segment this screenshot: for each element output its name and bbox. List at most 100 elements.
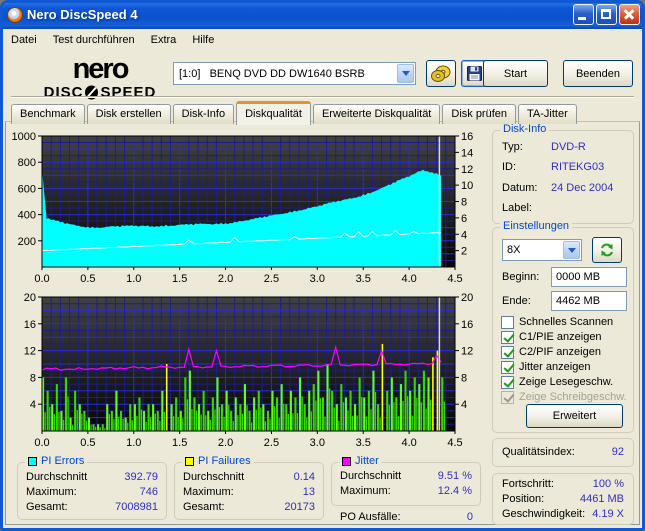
checkbox-icon	[501, 345, 514, 359]
disk-id-value: RITEKG03	[551, 161, 605, 173]
disk-date-value: 24 Dec 2004	[551, 182, 614, 194]
tab-erweiterte-diskqualitaet[interactable]: Erweiterte Diskqualität	[312, 104, 441, 124]
title-bar[interactable]: Nero DiscSpeed 4	[3, 3, 642, 29]
svg-text:200: 200	[18, 236, 36, 248]
svg-text:12: 12	[461, 346, 473, 358]
window-title: Nero DiscSpeed 4	[27, 7, 138, 22]
svg-text:4.0: 4.0	[401, 437, 416, 449]
tab-disk-erstellen[interactable]: Disk erstellen	[86, 104, 171, 124]
svg-text:2: 2	[461, 246, 467, 258]
checkbox-jitter[interactable]: Jitter anzeigen	[501, 360, 591, 374]
menu-extra[interactable]: Extra	[143, 32, 185, 48]
quit-button[interactable]: Beenden	[563, 60, 633, 87]
svg-text:4: 4	[30, 399, 36, 411]
svg-text:12: 12	[24, 346, 36, 358]
svg-text:1.0: 1.0	[126, 437, 141, 449]
jitter-stats-group: Jitter Durchschnitt 9.51 % Maximum: 12.4 %	[331, 455, 481, 506]
svg-text:4.5: 4.5	[447, 273, 462, 285]
pi-failures-stats-group: PI Failures Durchschnitt 0.14 Maximum: 13 …	[174, 455, 324, 520]
logo-nero-text: nero	[72, 53, 130, 85]
svg-text:3.5: 3.5	[356, 273, 371, 285]
svg-text:2.5: 2.5	[264, 273, 279, 285]
maximize-button[interactable]	[596, 4, 617, 25]
pi-errors-legend-swatch	[28, 456, 37, 466]
refresh-button[interactable]	[592, 237, 622, 263]
svg-text:1.5: 1.5	[172, 273, 187, 285]
refresh-icon	[601, 243, 613, 257]
svg-text:10: 10	[461, 180, 473, 192]
svg-text:3.0: 3.0	[310, 437, 325, 449]
position-value: 4461 MB	[579, 493, 624, 505]
close-button[interactable]	[619, 4, 640, 25]
svg-text:1.0: 1.0	[126, 273, 141, 285]
app-disc-icon	[7, 6, 23, 23]
svg-text:1000: 1000	[12, 131, 36, 143]
menu-hilfe[interactable]: Hilfe	[184, 32, 222, 48]
svg-text:400: 400	[18, 210, 36, 222]
disk-info-group: Disk-Info Typ: DVD-R ID: RITEKG03 Datum: 24…	[492, 123, 634, 224]
svg-text:16: 16	[24, 319, 36, 331]
drive-selector-arrow[interactable]	[397, 64, 414, 83]
begin-input[interactable]	[551, 267, 627, 287]
svg-text:600: 600	[18, 183, 36, 195]
minimize-button[interactable]	[573, 4, 594, 25]
svg-text:4: 4	[461, 229, 467, 241]
maximize-icon	[601, 9, 611, 19]
tab-diskqualitaet[interactable]: Diskqualität	[236, 101, 311, 125]
tab-strip: Benchmark Disk erstellen Disk-Info Diskq…	[11, 100, 579, 125]
svg-text:0.5: 0.5	[80, 273, 95, 285]
svg-text:800: 800	[18, 157, 36, 169]
tab-disk-pruefen[interactable]: Disk prüfen	[442, 104, 517, 124]
pi-errors-stats-group: PI Errors Durchschnitt 392.79 Maximum: 746…	[17, 455, 167, 520]
checkbox-lesegeschw[interactable]: Zeige Lesegeschw.	[501, 375, 613, 389]
end-input[interactable]	[551, 291, 627, 311]
tab-disk-info[interactable]: Disk-Info	[172, 104, 235, 124]
chevron-down-icon	[401, 71, 410, 76]
svg-text:8: 8	[461, 197, 467, 209]
pi-failures-legend-swatch	[185, 456, 194, 466]
quality-index-value: 92	[611, 446, 624, 458]
diskqualitaet-tab-page: 200 400 600 800 1000 2 4 6 8 10 12 14 16 0.0 0.5 1.0 1.5…	[5, 121, 640, 525]
svg-text:8: 8	[30, 372, 36, 384]
checkbox-c1-pie[interactable]: C1/PIE anzeigen	[501, 330, 602, 344]
nero-discspeed-logo: nero DISC SPEED	[25, 53, 175, 101]
pi-failures-jitter-chart: 4 8 12 16 20 4 8 12 16 20 0.0 0.5 1.0 1.5 2.0 2.5 3.0 3.5…	[12, 288, 490, 457]
svg-text:6: 6	[461, 213, 467, 225]
progress-box: Fortschritt: 100 % Position: 4461 MB Gesch…	[492, 473, 634, 525]
menu-datei[interactable]: Datei	[3, 32, 45, 48]
checkbox-icon	[501, 375, 514, 389]
jitter-legend-swatch	[342, 456, 351, 466]
menu-bar: Datei Test durchführen Extra Hilfe	[3, 29, 642, 50]
svg-text:2.0: 2.0	[218, 273, 233, 285]
minimize-icon	[578, 17, 586, 20]
chevron-down-icon	[567, 247, 576, 253]
menu-test-durchfuehren[interactable]: Test durchführen	[45, 32, 143, 48]
toolbar-separator	[11, 96, 634, 98]
svg-text:14: 14	[461, 147, 473, 159]
svg-text:0.0: 0.0	[34, 437, 49, 449]
checkbox-schnelles-scannen[interactable]: Schnelles Scannen	[501, 315, 613, 329]
quality-index-box: Qualitätsindex: 92	[492, 438, 634, 467]
po-failures-row: PO Ausfälle: 0	[340, 511, 473, 523]
eject-disc-button[interactable]	[426, 60, 456, 87]
drive-selector-value: [1:0] BENQ DVD DD DW1640 BSRB	[179, 67, 365, 80]
svg-text:16: 16	[461, 131, 473, 143]
progress-value: 100 %	[592, 478, 624, 490]
start-button[interactable]: Start	[483, 60, 548, 87]
svg-text:2.5: 2.5	[264, 437, 279, 449]
checkbox-c2-pif[interactable]: C2/PIF anzeigen	[501, 345, 601, 359]
advanced-button[interactable]: Erweitert	[526, 404, 623, 428]
svg-text:3.5: 3.5	[356, 437, 371, 449]
checkbox-icon	[501, 390, 514, 404]
checkbox-icon	[501, 360, 514, 374]
svg-text:0.0: 0.0	[34, 273, 49, 285]
checkbox-icon	[501, 315, 514, 329]
svg-text:0.5: 0.5	[80, 437, 95, 449]
tab-ta-jitter[interactable]: TA-Jitter	[518, 104, 577, 124]
scan-speed-select[interactable]: 8X	[502, 239, 582, 261]
disk-type-value: DVD-R	[551, 141, 586, 153]
svg-text:4: 4	[461, 399, 467, 411]
drive-selector[interactable]: [1:0] BENQ DVD DD DW1640 BSRB	[173, 62, 416, 85]
tab-benchmark[interactable]: Benchmark	[11, 104, 85, 124]
svg-text:8: 8	[461, 372, 467, 384]
